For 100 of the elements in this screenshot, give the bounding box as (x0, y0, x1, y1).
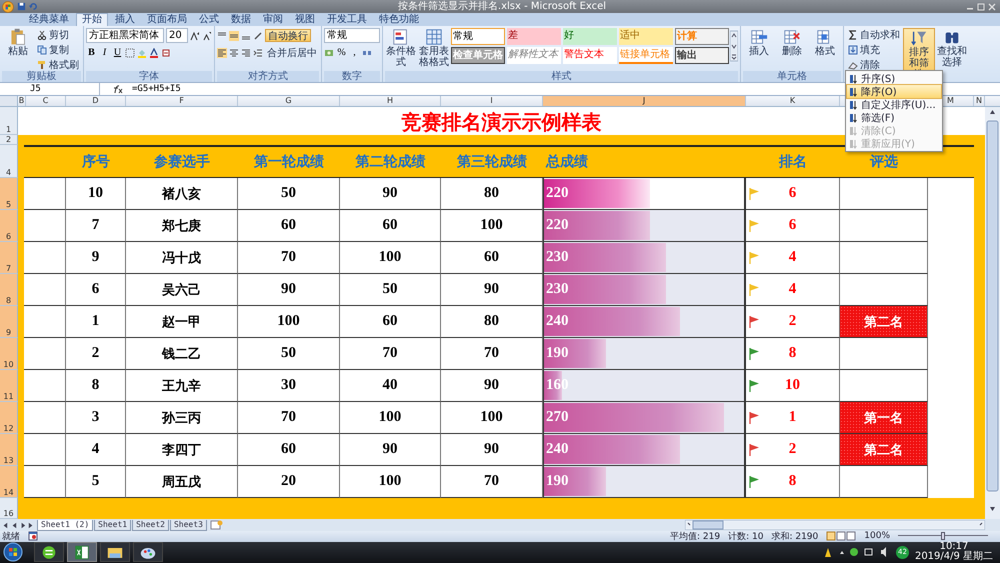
ribbon-tab[interactable]: 特色功能 (374, 13, 424, 26)
format-painter-button[interactable]: 格式刷 (35, 58, 81, 72)
cell-style-swatch[interactable]: 好 (563, 28, 617, 46)
orientation-icon[interactable] (253, 30, 263, 41)
paste-button[interactable]: 粘贴 (2, 28, 34, 58)
ribbon-tab[interactable]: 视图 (290, 13, 320, 26)
row-header[interactable]: 5 (0, 178, 18, 210)
column-header[interactable]: F (126, 96, 238, 106)
row-header[interactable]: 13 (0, 434, 18, 466)
copy-button[interactable]: 复制 (35, 43, 81, 56)
row-header[interactable]: 11 (0, 370, 18, 402)
save-icon[interactable] (17, 2, 26, 11)
cells-button[interactable]: 格式 (809, 28, 841, 58)
align-right-icon[interactable] (241, 48, 251, 58)
ribbon-tab[interactable]: 数据 (226, 13, 256, 26)
ribbon-tab[interactable]: 页面布局 (142, 13, 192, 26)
column-header[interactable]: C (26, 96, 66, 106)
clock-date[interactable]: 2019/4/9 星期二 (914, 552, 994, 562)
insert-sheet-icon[interactable] (208, 520, 224, 530)
font-color-icon[interactable] (149, 48, 159, 58)
wrap-text-button[interactable]: 自动换行 (265, 29, 311, 42)
taskbar-app[interactable] (133, 542, 163, 562)
zoom-thumb[interactable] (941, 532, 945, 540)
zoom-slider[interactable] (898, 531, 988, 542)
row-header[interactable]: 7 (0, 242, 18, 274)
cell-style-swatch[interactable]: 适中 (619, 28, 673, 46)
status-sum: 求和: 2190 (771, 530, 818, 543)
indent-icon[interactable] (253, 48, 263, 58)
cut-button[interactable]: 剪切 (35, 28, 81, 42)
cell-style-swatch[interactable]: 警告文本 (563, 47, 617, 64)
row-header[interactable]: 9 (0, 306, 18, 338)
ribbon-tab[interactable]: 审阅 (258, 13, 288, 26)
vertical-scrollbar[interactable] (985, 107, 1000, 520)
percent-button[interactable]: % (336, 47, 347, 58)
ribbon-tab[interactable]: 经典菜单 (24, 13, 74, 26)
column-header[interactable]: B (18, 96, 26, 106)
office-button[interactable] (2, 0, 14, 12)
table-format-button[interactable]: 套用表格格式 (418, 28, 450, 68)
conditional-format-button[interactable]: 条件格式 (385, 28, 417, 68)
cell-style-swatch[interactable]: 解释性文本 (507, 47, 561, 64)
horizontal-scrollbar[interactable] (685, 520, 985, 530)
grow-font-icon[interactable] (190, 30, 200, 41)
align-left-icon[interactable] (217, 48, 227, 58)
ribbon-tab[interactable]: 开发工具 (322, 13, 372, 26)
macro-record-icon[interactable] (28, 531, 38, 542)
taskbar-app[interactable] (67, 542, 97, 562)
font-size-field[interactable]: 20 (166, 28, 188, 44)
phonetic-icon[interactable] (161, 48, 171, 58)
formula-field[interactable]: =G5+H5+I5 (132, 83, 181, 96)
font-name-field[interactable]: 方正粗黑宋简体 (86, 28, 164, 44)
sheet-tab[interactable]: Sheet1 (2) (37, 520, 94, 531)
menu-item[interactable]: 筛选(F) (847, 111, 941, 124)
clock-time[interactable]: 10:17 (940, 542, 968, 552)
taskbar-app[interactable] (34, 542, 64, 562)
view-buttons[interactable] (826, 531, 856, 542)
find-select-button[interactable]: 查找和选择 (936, 28, 968, 68)
window-controls[interactable] (966, 2, 996, 12)
column-header[interactable]: D (66, 96, 126, 106)
ribbon-tab[interactable]: 开始 (76, 13, 108, 26)
gallery-scroll-icon[interactable] (730, 28, 738, 64)
menu-item[interactable]: 降序(O) (847, 85, 941, 98)
name-box[interactable]: J5 (0, 83, 100, 96)
column-header[interactable]: J (543, 96, 746, 106)
row-header[interactable]: 8 (0, 274, 18, 306)
column-header[interactable]: K (746, 96, 840, 106)
cells-button[interactable]: 插入 (743, 28, 775, 58)
cell-style-swatch[interactable]: 输出 (675, 47, 729, 64)
menu-item[interactable]: 升序(S) (847, 72, 941, 85)
cell-style-swatch[interactable]: 差 (507, 28, 561, 46)
start-button[interactable] (3, 542, 23, 562)
align-center-icon[interactable] (229, 48, 239, 58)
row-header[interactable]: 14 (0, 466, 18, 498)
sheet-tab[interactable]: Sheet3 (170, 520, 207, 531)
cell-style-swatch[interactable]: 常规 (451, 28, 505, 46)
sheet-tab[interactable]: Sheet2 (132, 520, 169, 531)
column-header[interactable]: G (238, 96, 340, 106)
ribbon-tab[interactable]: 插入 (110, 13, 140, 26)
autosum-button[interactable]: 自动求和 (846, 28, 902, 42)
column-header[interactable]: N (974, 96, 985, 106)
sheet-tab[interactable]: Sheet1 (94, 520, 132, 531)
fill-color-icon[interactable] (137, 48, 147, 58)
border-icon[interactable] (125, 48, 135, 58)
clear-button[interactable]: 清除 (846, 58, 902, 72)
bold-button[interactable]: B (86, 47, 97, 58)
merge-center-button[interactable]: 合并后居中 (265, 46, 319, 60)
ribbon-tab[interactable]: 公式 (194, 13, 224, 26)
row-header[interactable]: 12 (0, 402, 18, 434)
align-middle-icon[interactable] (229, 30, 239, 41)
menu-item[interactable]: 自定义排序(U)... (847, 98, 941, 111)
shrink-font-icon[interactable] (202, 30, 212, 41)
column-header[interactable]: H (340, 96, 441, 106)
comma-button[interactable]: , (349, 47, 360, 58)
row-header[interactable]: 10 (0, 338, 18, 370)
italic-button[interactable]: I (99, 47, 110, 58)
row-header[interactable]: 6 (0, 210, 18, 242)
underline-button[interactable]: U (112, 47, 123, 58)
fill-button[interactable]: 填充 (846, 43, 902, 56)
cells-button[interactable]: 删除 (776, 28, 808, 58)
taskbar-app[interactable] (100, 542, 130, 562)
number-format-field[interactable]: 常规 (324, 28, 380, 44)
